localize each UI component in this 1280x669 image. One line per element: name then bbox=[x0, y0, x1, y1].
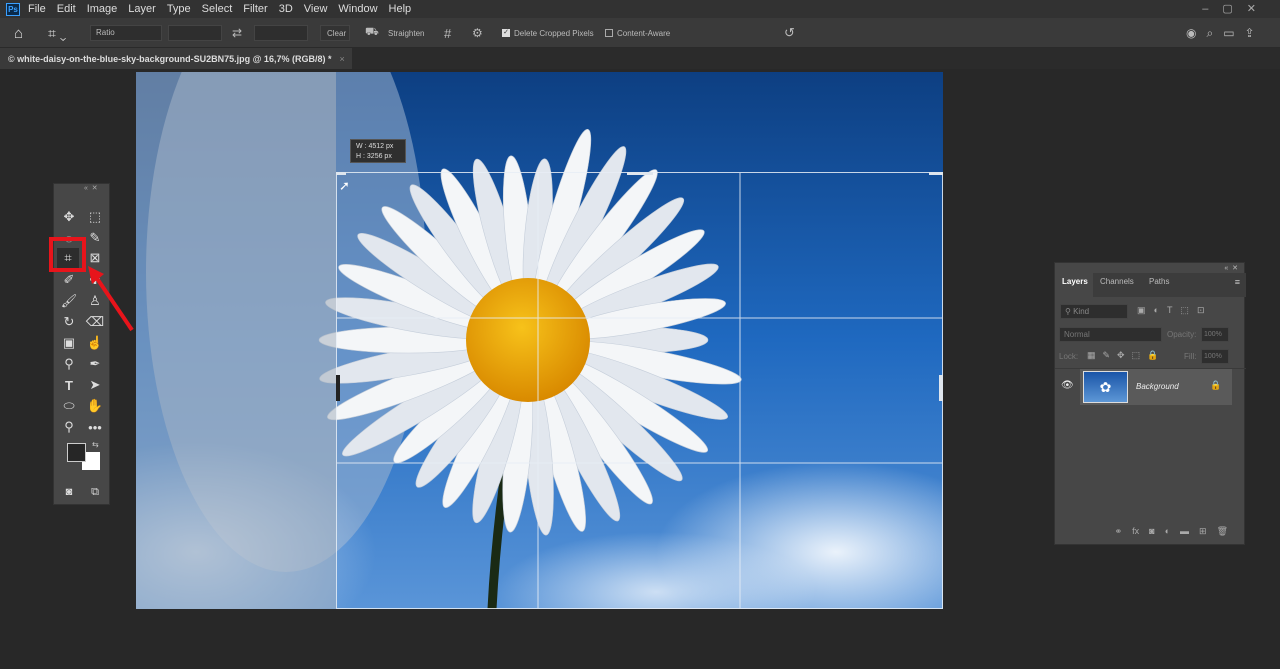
adjustment-layer-icon[interactable]: ◐ bbox=[1165, 526, 1170, 536]
dodge-tool-icon[interactable]: ⚲ bbox=[58, 354, 80, 374]
straighten-button[interactable]: Straighten bbox=[388, 18, 424, 48]
menu-help[interactable]: Help bbox=[389, 3, 412, 15]
fill-input[interactable]: 100% bbox=[1201, 349, 1229, 364]
filter-kind-label: Kind bbox=[1073, 307, 1090, 316]
fill-label: Fill: bbox=[1184, 352, 1197, 361]
quick-mask-icon[interactable]: ◙ bbox=[58, 482, 80, 502]
options-bar: ⌂ ⌗ ⌄ Ratio ⇄ Clear ⛟ Straighten # ⚙ ✓ De… bbox=[0, 18, 1280, 48]
screen-mode-icon[interactable]: ⧉ bbox=[84, 482, 106, 502]
brush-tool-icon[interactable]: 🖌 bbox=[58, 291, 80, 311]
document-title: © white-daisy-on-the-blue-sky-background… bbox=[8, 53, 332, 64]
daisy-image: ➚ bbox=[136, 72, 943, 609]
menu-edit[interactable]: Edit bbox=[57, 3, 76, 15]
layer-name[interactable]: Background bbox=[1136, 382, 1179, 391]
frame-tool-icon[interactable]: ⊠ bbox=[84, 248, 106, 268]
type-tool-icon[interactable]: T bbox=[58, 375, 80, 395]
layers-panel: « ✕ Layers Channels Paths ≡ ⚲ Kind ▣◐T⬚⊡… bbox=[1054, 262, 1246, 545]
fx-icon[interactable]: fx bbox=[1132, 526, 1139, 536]
width-value: 4512 px bbox=[368, 143, 394, 150]
swap-icon[interactable]: ⇄ bbox=[232, 18, 242, 48]
path-select-icon[interactable]: ➤ bbox=[84, 375, 106, 395]
filter-type-icons[interactable]: ▣◐T⬚⊡ bbox=[1137, 305, 1212, 316]
eyedropper-tool-icon[interactable]: ✐ bbox=[58, 270, 80, 290]
toolbox: « ✕ ✥ ⬚ ◌ ✎ ⌗ ⊠ ✐ ✚ 🖌 ♙ ↻ ⌫ ▣ ☝ ⚲ ✒ T ➤ … bbox=[53, 183, 110, 505]
svg-text:➚: ➚ bbox=[339, 178, 350, 193]
new-layer-icon[interactable]: ⊞ bbox=[1199, 526, 1207, 537]
width-label: W : bbox=[356, 143, 367, 150]
filter-kind-select[interactable]: ⚲ Kind bbox=[1060, 304, 1128, 319]
lock-icons[interactable]: ▦✎✥⬚🔒 bbox=[1087, 350, 1165, 361]
menu-bar: Ps File Edit Image Layer Type Select Fil… bbox=[0, 0, 1280, 18]
menu-layer[interactable]: Layer bbox=[128, 3, 156, 15]
crop-size-tooltip: W : 4512 px H : 3256 px bbox=[350, 139, 406, 163]
blend-mode-select[interactable]: Normal bbox=[1059, 327, 1162, 342]
swap-colors-icon[interactable]: ⇆ bbox=[92, 440, 99, 449]
photoshop-logo: Ps bbox=[6, 2, 20, 16]
menu-3d[interactable]: 3D bbox=[279, 3, 293, 15]
height-value: 3256 px bbox=[366, 153, 392, 160]
hand-tool-icon[interactable]: ✋ bbox=[84, 396, 106, 416]
straighten-icon[interactable]: ⛟ bbox=[365, 18, 379, 48]
foreground-color-swatch[interactable] bbox=[67, 443, 86, 462]
zoom-tool-icon[interactable]: ⚲ bbox=[58, 417, 80, 437]
pen-tool-icon[interactable]: ✒ bbox=[84, 354, 106, 374]
tab-channels[interactable]: Channels bbox=[1100, 277, 1134, 286]
smudge-tool-icon[interactable]: ☝ bbox=[84, 333, 106, 353]
menu-view[interactable]: View bbox=[304, 3, 328, 15]
link-layers-icon[interactable]: ⚭ bbox=[1115, 526, 1123, 537]
reset-icon[interactable]: ↺ bbox=[784, 18, 795, 48]
layers-footer: ⚭ fx ◙ ◐ ▬ ⊞ 🗑 bbox=[1055, 517, 1246, 545]
red-arrow-annotation bbox=[88, 266, 134, 332]
layer-thumbnail: ✿ bbox=[1083, 371, 1128, 403]
toolbox-collapse-icon[interactable]: « ✕ bbox=[84, 184, 98, 192]
ratio-select[interactable]: Ratio bbox=[90, 25, 162, 41]
width-input[interactable] bbox=[168, 25, 222, 41]
history-brush-icon[interactable]: ↻ bbox=[58, 312, 80, 332]
content-aware-label: Content-Aware bbox=[617, 28, 671, 38]
clear-button[interactable]: Clear bbox=[320, 25, 350, 41]
lock-label: Lock: bbox=[1059, 352, 1079, 361]
window-controls[interactable]: –▢✕ bbox=[1202, 2, 1270, 15]
tab-layers[interactable]: Layers bbox=[1062, 277, 1088, 286]
opacity-input[interactable]: 100% bbox=[1201, 327, 1229, 342]
overlay-grid-icon[interactable]: # bbox=[444, 18, 451, 48]
marquee-tool-icon[interactable]: ⬚ bbox=[84, 207, 106, 227]
delete-cropped-checkbox[interactable]: ✓ bbox=[502, 29, 510, 37]
menu-window[interactable]: Window bbox=[338, 3, 377, 15]
panel-collapse-icon[interactable]: « ✕ bbox=[1224, 264, 1238, 272]
close-tab-icon[interactable]: × bbox=[339, 54, 344, 64]
home-icon[interactable]: ⌂ bbox=[14, 18, 23, 48]
height-label: H : bbox=[356, 153, 365, 160]
menu-select[interactable]: Select bbox=[202, 3, 233, 15]
delete-layer-icon[interactable]: 🗑 bbox=[1217, 526, 1228, 537]
opacity-label: Opacity: bbox=[1167, 330, 1197, 339]
panel-menu-icon[interactable]: ≡ bbox=[1235, 277, 1240, 287]
document-tab[interactable]: © white-daisy-on-the-blue-sky-background… bbox=[0, 48, 352, 69]
quick-select-tool-icon[interactable]: ✎ bbox=[84, 228, 106, 248]
gradient-tool-icon[interactable]: ▣ bbox=[58, 333, 80, 353]
content-aware-checkbox[interactable] bbox=[605, 29, 613, 37]
menu-image[interactable]: Image bbox=[87, 3, 118, 15]
menu-type[interactable]: Type bbox=[167, 3, 191, 15]
crop-tool-highlight bbox=[49, 237, 86, 272]
menu-file[interactable]: File bbox=[28, 3, 46, 15]
document-canvas[interactable]: ➚ bbox=[136, 72, 943, 609]
move-tool-icon[interactable]: ✥ bbox=[58, 207, 80, 227]
delete-cropped-label: Delete Cropped Pixels bbox=[514, 28, 594, 38]
layer-lock-icon: 🔒 bbox=[1210, 380, 1222, 390]
layer-row-background[interactable]: ✿ Background 🔒 bbox=[1080, 369, 1232, 405]
new-group-icon[interactable]: ▬ bbox=[1180, 526, 1189, 536]
add-mask-icon[interactable]: ◙ bbox=[1149, 526, 1154, 536]
height-input[interactable] bbox=[254, 25, 308, 41]
crop-tool-preset-icon[interactable]: ⌗ ⌄ bbox=[48, 18, 66, 48]
menu-filter[interactable]: Filter bbox=[243, 3, 267, 15]
ellipse-tool-icon[interactable]: ⬭ bbox=[58, 396, 80, 416]
settings-gear-icon[interactable]: ⚙ bbox=[472, 18, 483, 48]
search-workspace-icons[interactable]: ◉⌕▭⇪ bbox=[1186, 18, 1265, 48]
visibility-eye-icon[interactable]: 👁 bbox=[1061, 380, 1074, 391]
tab-paths[interactable]: Paths bbox=[1149, 277, 1169, 286]
more-tools-icon[interactable]: ••• bbox=[84, 417, 106, 437]
